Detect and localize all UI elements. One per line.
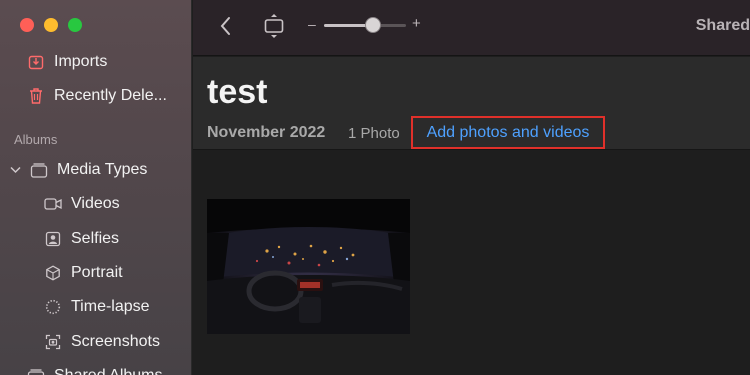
sidebar-item-label: Selfies: [71, 230, 120, 247]
portrait-icon: [44, 264, 62, 282]
window-controls: [20, 18, 82, 32]
sidebar-item-recently-deleted[interactable]: Recently Dele...: [0, 81, 191, 111]
video-icon: [44, 195, 62, 213]
sidebar-item-label: Media Types: [57, 161, 148, 178]
zoom-out-label[interactable]: –: [308, 16, 316, 32]
sidebar-item-label: Time-lapse: [71, 298, 150, 315]
sidebar-item-label: Recently Dele...: [54, 87, 167, 104]
photo-thumbnail[interactable]: [207, 199, 410, 334]
fit-to-window-icon[interactable]: [263, 13, 285, 39]
album-header: test November 2022 1 Photo Add photos an…: [193, 57, 750, 150]
zoom-window-button[interactable]: [68, 18, 82, 32]
photo-grid: [193, 151, 750, 375]
trash-icon: [27, 87, 45, 105]
sidebar-item-label: Videos: [71, 195, 120, 212]
selfie-icon: [44, 230, 62, 248]
sidebar-item-label: Imports: [54, 53, 108, 70]
photo-count: 1 Photo: [348, 125, 400, 142]
sidebar-item-label: Shared Albums: [54, 367, 163, 375]
albums-section-label: Albums: [14, 132, 58, 147]
zoom-slider-knob[interactable]: [365, 17, 382, 33]
sidebar: Imports Recently Dele... Albums Media Ty…: [0, 0, 192, 375]
sidebar-item-label: Screenshots: [71, 333, 160, 350]
sidebar-item-time-lapse[interactable]: Time-lapse: [0, 292, 191, 322]
album-date: November 2022: [207, 124, 326, 141]
sidebar-item-label: Portrait: [71, 264, 123, 281]
zoom-in-label[interactable]: +: [412, 15, 421, 32]
sidebar-item-portrait[interactable]: Portrait: [0, 258, 191, 288]
sidebar-item-videos[interactable]: Videos: [0, 189, 191, 219]
back-button[interactable]: [217, 15, 235, 37]
chevron-down-icon[interactable]: [10, 166, 24, 174]
sidebar-item-imports[interactable]: Imports: [0, 47, 191, 77]
sidebar-item-selfies[interactable]: Selfies: [0, 224, 191, 254]
toolbar: – + Shared: [193, 0, 750, 56]
screenshot-icon: [44, 333, 62, 351]
close-window-button[interactable]: [20, 18, 34, 32]
page-title: test: [207, 73, 268, 111]
shared-albums-icon: [27, 367, 45, 375]
timelapse-icon: [44, 298, 62, 316]
shared-button[interactable]: Shared: [696, 17, 750, 35]
sidebar-item-shared-albums[interactable]: Shared Albums: [0, 361, 191, 375]
minimize-window-button[interactable]: [44, 18, 58, 32]
import-icon: [27, 53, 45, 71]
main-pane: – + Shared test November 2022 1 Photo Ad…: [193, 0, 750, 375]
sidebar-item-screenshots[interactable]: Screenshots: [0, 327, 191, 357]
add-photos-and-videos-label: Add photos and videos: [426, 123, 590, 141]
car-interior-photo: [207, 199, 410, 334]
folder-stack-icon: [30, 161, 48, 179]
sidebar-item-media-types[interactable]: Media Types: [0, 155, 191, 185]
add-photos-and-videos-link[interactable]: Add photos and videos: [411, 116, 605, 149]
